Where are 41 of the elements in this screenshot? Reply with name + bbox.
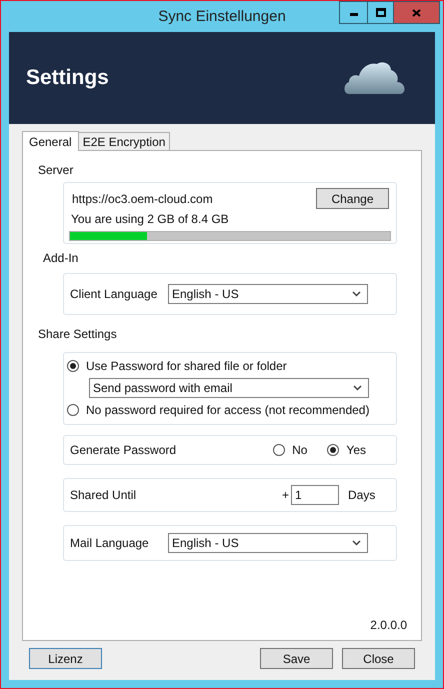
minimize-icon (350, 12, 358, 16)
plus-sign: + (282, 487, 290, 504)
minimize-button[interactable] (339, 1, 368, 24)
close-icon (412, 8, 421, 16)
radio-option[interactable]: No password required for access (not recommended) (67, 401, 393, 419)
chevron-down-icon (353, 385, 362, 391)
section-heading: Add-In (43, 250, 80, 267)
chevron-down-icon (352, 540, 361, 546)
field-label: Client Language (70, 286, 158, 303)
radio-button[interactable] (67, 360, 79, 372)
usage-text: You are using 2 GB of 8.4 GB (70, 211, 230, 228)
cloud-icon (343, 60, 407, 96)
unit-label: Days (348, 487, 376, 504)
chevron-down-icon (352, 291, 361, 297)
field-label: Shared Until (70, 487, 138, 504)
dialog-button[interactable]: Save (260, 648, 333, 669)
maximize-icon (376, 8, 386, 17)
radio-option[interactable]: No (273, 441, 308, 459)
close-button[interactable] (394, 1, 440, 24)
radio-button[interactable] (273, 444, 286, 456)
field-label: Generate Password (70, 442, 176, 459)
server-url: https://oc3.oem-cloud.com (71, 190, 213, 208)
radio-button[interactable] (67, 404, 79, 416)
change-button[interactable]: Change (316, 188, 389, 209)
section-heading: Share Settings (38, 326, 118, 343)
version-label: 2.0.0.0 (370, 617, 407, 634)
tab[interactable]: General (22, 131, 79, 151)
dialog-button[interactable]: Close (342, 648, 415, 669)
days-input[interactable]: 1 (291, 485, 339, 505)
window-title: Sync Einstellungen (158, 7, 286, 28)
dropdown[interactable]: English - US (168, 533, 368, 553)
radio-button[interactable] (327, 444, 340, 456)
radio-option[interactable]: Use Password for shared file or folder (67, 357, 393, 375)
dialog-button[interactable]: Lizenz (29, 648, 102, 669)
dropdown[interactable]: English - US (168, 284, 368, 304)
tab[interactable]: E2E Encryption (78, 132, 170, 150)
header-title: Settings (26, 65, 109, 92)
section-heading: Server (38, 162, 74, 179)
dropdown[interactable]: Send password with email (89, 378, 369, 398)
radio-option[interactable]: Yes (327, 441, 366, 459)
field-label: Mail Language (70, 535, 150, 552)
